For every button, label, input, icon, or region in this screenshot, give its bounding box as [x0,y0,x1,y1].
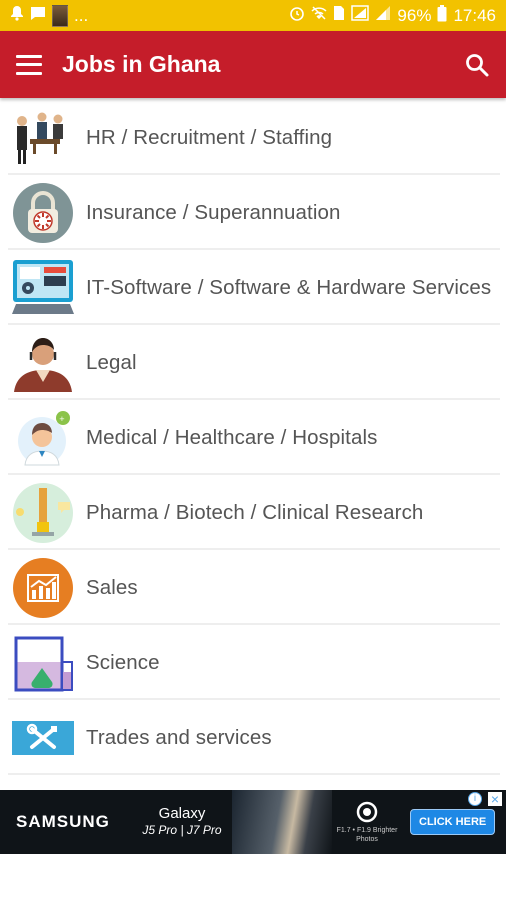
tools-icon [12,707,74,769]
ad-banner[interactable]: SAMSUNG Galaxy J5 Pro | J7 Pro F1.7 • F1… [0,790,506,854]
message-icon [30,6,46,26]
app-bar: Jobs in Ghana [0,31,506,98]
sim-icon [333,5,345,26]
category-item-legal[interactable]: Legal [0,325,506,400]
ad-phone-image [232,790,332,854]
category-item-insurance[interactable]: Insurance / Superannuation [0,175,506,250]
alarm-icon [289,5,305,26]
signal-2-icon [375,5,391,26]
category-item-it-software[interactable]: IT-Software / Software & Hardware Servic… [0,250,506,325]
lawyer-icon [12,332,74,394]
ad-feature: F1.7 • F1.9 Brighter Photos [332,801,402,844]
category-label: Sales [86,576,138,599]
category-item-sales[interactable]: Sales [0,550,506,625]
category-item-medical[interactable]: + Medical / Healthcare / Hospitals [0,400,506,475]
ad-close-icon[interactable]: × [488,792,502,806]
lab-icon [12,482,74,544]
doctor-icon: + [12,407,74,469]
hr-people-icon [12,107,74,169]
status-bar: ... 96% 17:46 [0,0,506,31]
category-label: Pharma / Biotech / Clinical Research [86,501,424,524]
category-item-pharma[interactable]: Pharma / Biotech / Clinical Research [0,475,506,550]
ad-click-here-button[interactable]: CLICK HERE [410,809,496,835]
ad-info-icon[interactable]: i [468,792,482,806]
hamburger-menu-icon[interactable] [16,54,42,75]
photo-notification-icon [52,4,68,27]
computer-icon [12,257,74,319]
category-label: Medical / Healthcare / Hospitals [86,426,378,449]
more-notifications: ... [74,5,89,25]
ad-model: Galaxy J5 Pro | J7 Pro [132,806,232,838]
category-item-hr[interactable]: HR / Recruitment / Staffing [0,100,506,175]
category-item-science[interactable]: Science [0,625,506,700]
category-label: Science [86,651,160,674]
status-right: 96% 17:46 [289,4,496,27]
sales-chart-icon [12,557,74,619]
status-left: ... [10,4,89,27]
app-title: Jobs in Ghana [62,51,221,77]
battery-percent: 96% [397,5,432,25]
flask-icon [12,632,74,694]
svg-text:+: + [59,415,65,423]
camera-aperture-icon [356,801,378,822]
category-label: IT-Software / Software & Hardware Servic… [86,276,492,299]
ad-model-line1: Galaxy [158,805,206,822]
lock-icon [12,182,74,244]
category-label: Trades and services [86,726,272,749]
ad-brand: SAMSUNG [16,812,110,831]
ad-feature-text: F1.7 • F1.9 Brighter Photos [336,826,398,843]
wifi-off-icon [311,5,327,26]
search-icon[interactable] [464,52,490,78]
category-label: Legal [86,351,137,374]
battery-icon [437,4,447,27]
notification-bell-icon [10,5,24,26]
category-list: HR / Recruitment / Staffing Insurance / … [0,100,506,790]
category-label: Insurance / Superannuation [86,201,341,224]
signal-1-icon [351,5,370,26]
category-item-trades[interactable]: Trades and services [0,700,506,775]
ad-model-line2: J5 Pro | J7 Pro [142,823,222,837]
category-label: HR / Recruitment / Staffing [86,126,333,149]
clock: 17:46 [453,5,496,25]
